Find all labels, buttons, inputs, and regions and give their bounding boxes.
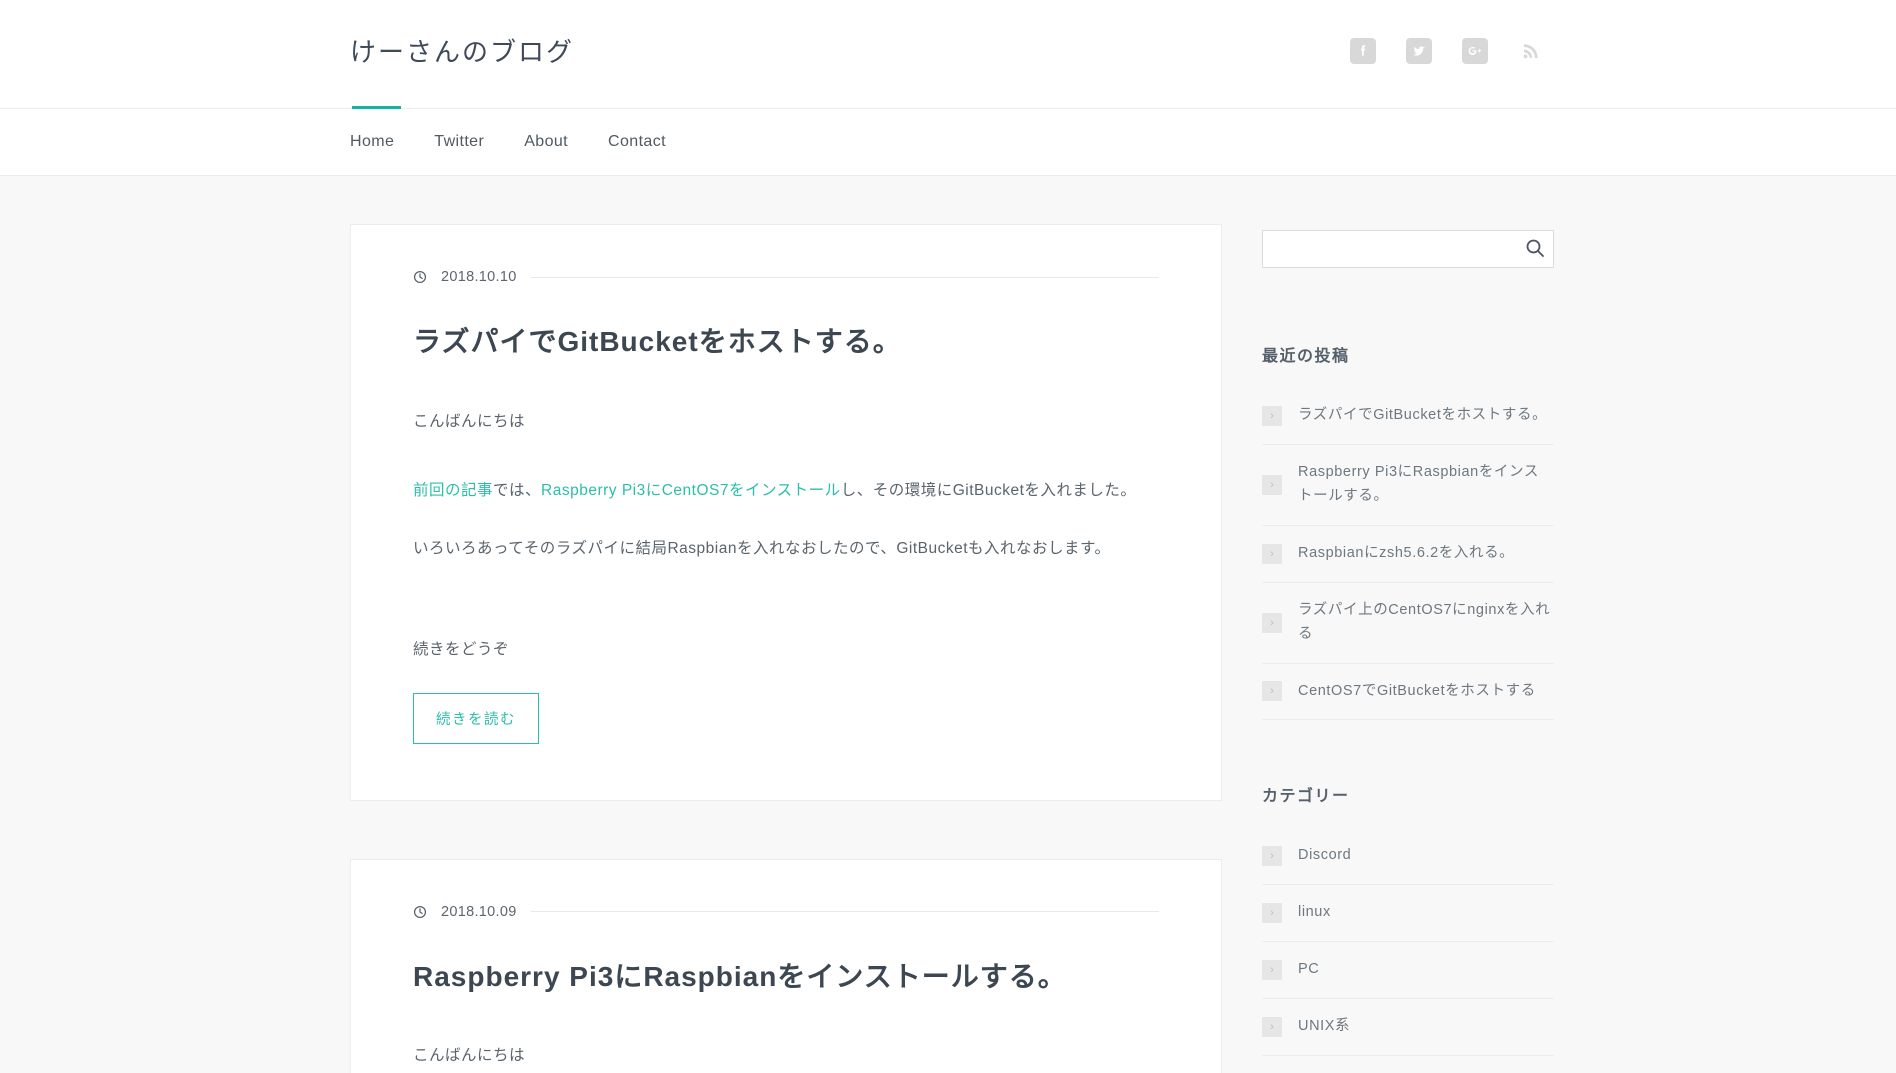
chevron-right-icon: › (1262, 474, 1282, 495)
post-meta: 2018.10.10 (413, 269, 1159, 285)
recent-post-label: Raspbianにzsh5.6.2を入れる。 (1298, 544, 1515, 561)
main-nav: Home Twitter About Contact (0, 108, 1896, 176)
inline-link-previous-article[interactable]: 前回の記事 (413, 482, 493, 499)
clock-icon (413, 270, 427, 284)
search-input[interactable] (1262, 230, 1554, 268)
post-paragraph-links: 前回の記事では、Raspberry Pi3にCentOS7をインストールし、その… (413, 476, 1159, 505)
list-item[interactable]: › PC (1262, 942, 1554, 1000)
search-widget (1262, 230, 1554, 268)
inline-link-centos7-install[interactable]: Raspberry Pi3にCentOS7をインストール (541, 482, 841, 499)
categories-widget: カテゴリー › Discord › linux › PC › UNIX系 (1262, 782, 1554, 1073)
category-label: PC (1298, 961, 1320, 978)
social-links (1350, 38, 1544, 64)
list-item[interactable]: › お知らせ (1262, 1056, 1554, 1073)
post-card: 2018.10.09 Raspberry Pi3にRaspbianをインストール… (350, 858, 1222, 1073)
meta-divider (530, 276, 1159, 278)
post-list: 2018.10.10 ラズパイでGitBucketをホストする。 こんばんにちは… (350, 224, 1222, 1073)
nav-item-about[interactable]: About (524, 133, 568, 151)
category-label: Discord (1298, 847, 1352, 864)
post-meta: 2018.10.09 (413, 904, 1159, 920)
list-item[interactable]: › linux (1262, 885, 1554, 943)
chevron-right-icon: › (1262, 405, 1282, 426)
post-greeting: こんばんにちは (413, 1047, 526, 1065)
list-item[interactable]: › Discord (1262, 828, 1554, 886)
chevron-right-icon: › (1262, 846, 1282, 867)
facebook-icon[interactable] (1350, 38, 1376, 64)
title-accent-bar (352, 106, 401, 109)
nav-list: Home Twitter About Contact (350, 133, 666, 151)
chevron-right-icon: › (1262, 1017, 1282, 1038)
post-paragraph-body: いろいろあってそのラズパイに結局Raspbianを入れなおしたので、GitBuc… (413, 539, 1111, 557)
site-header: けーさんのブログ (0, 0, 1896, 109)
category-label: UNIX系 (1298, 1018, 1351, 1035)
search-icon[interactable] (1524, 237, 1546, 259)
chevron-right-icon: › (1262, 960, 1282, 981)
list-item[interactable]: › UNIX系 (1262, 999, 1554, 1057)
chevron-right-icon: › (1262, 903, 1282, 924)
clock-icon (413, 905, 427, 919)
categories-list: › Discord › linux › PC › UNIX系 › お知らせ (1262, 828, 1554, 1073)
post-title[interactable]: Raspberry Pi3にRaspbianをインストールする。 (413, 958, 1159, 996)
chevron-right-icon: › (1262, 681, 1282, 702)
nav-item-home[interactable]: Home (350, 133, 394, 151)
chevron-right-icon: › (1262, 543, 1282, 564)
post-date: 2018.10.09 (441, 903, 517, 920)
list-item[interactable]: › CentOS7でGitBucketをホストする (1262, 664, 1554, 721)
recent-post-label: ラズパイ上のCentOS7にnginxを入れる (1298, 601, 1551, 642)
rss-icon[interactable] (1518, 38, 1544, 64)
page-body: 2018.10.10 ラズパイでGitBucketをホストする。 こんばんにちは… (350, 176, 1896, 1073)
post-date: 2018.10.10 (441, 269, 517, 285)
post-greeting: こんばんにちは (413, 412, 526, 430)
nav-item-twitter[interactable]: Twitter (434, 133, 484, 151)
chevron-right-icon: › (1262, 612, 1282, 633)
site-title[interactable]: けーさんのブログ (350, 32, 574, 69)
recent-post-label: Raspberry Pi3にRaspbianをインストールする。 (1298, 463, 1539, 504)
google-plus-icon[interactable] (1462, 38, 1488, 64)
list-item[interactable]: › ラズパイ上のCentOS7にnginxを入れる (1262, 583, 1554, 664)
sidebar: 最近の投稿 › ラズパイでGitBucketをホストする。 › Raspberr… (1262, 224, 1554, 1073)
category-label: linux (1298, 904, 1331, 921)
post-title[interactable]: ラズパイでGitBucketをホストする。 (413, 323, 1159, 361)
inline-text-tail: し、その環境にGitBucketを入れました。 (840, 482, 1137, 500)
recent-post-label: CentOS7でGitBucketをホストする (1298, 682, 1536, 699)
recent-posts-list: › ラズパイでGitBucketをホストする。 › Raspberry Pi3に… (1262, 388, 1554, 721)
nav-item-contact[interactable]: Contact (608, 133, 666, 151)
list-item[interactable]: › Raspberry Pi3にRaspbianをインストールする。 (1262, 445, 1554, 526)
meta-divider (530, 911, 1159, 913)
read-more-button[interactable]: 続きを読む (413, 692, 539, 744)
post-card: 2018.10.10 ラズパイでGitBucketをホストする。 こんばんにちは… (350, 224, 1222, 801)
inline-text-mid: では、 (493, 482, 542, 500)
list-item[interactable]: › Raspbianにzsh5.6.2を入れる。 (1262, 526, 1554, 583)
categories-title: カテゴリー (1262, 788, 1350, 806)
post-more-lead: 続きをどうぞ (413, 641, 510, 659)
recent-post-label: ラズパイでGitBucketをホストする。 (1298, 407, 1548, 423)
recent-posts-title: 最近の投稿 (1262, 348, 1350, 365)
twitter-icon[interactable] (1406, 38, 1432, 64)
list-item[interactable]: › ラズパイでGitBucketをホストする。 (1262, 388, 1554, 445)
recent-posts-widget: 最近の投稿 › ラズパイでGitBucketをホストする。 › Raspberr… (1262, 342, 1554, 721)
